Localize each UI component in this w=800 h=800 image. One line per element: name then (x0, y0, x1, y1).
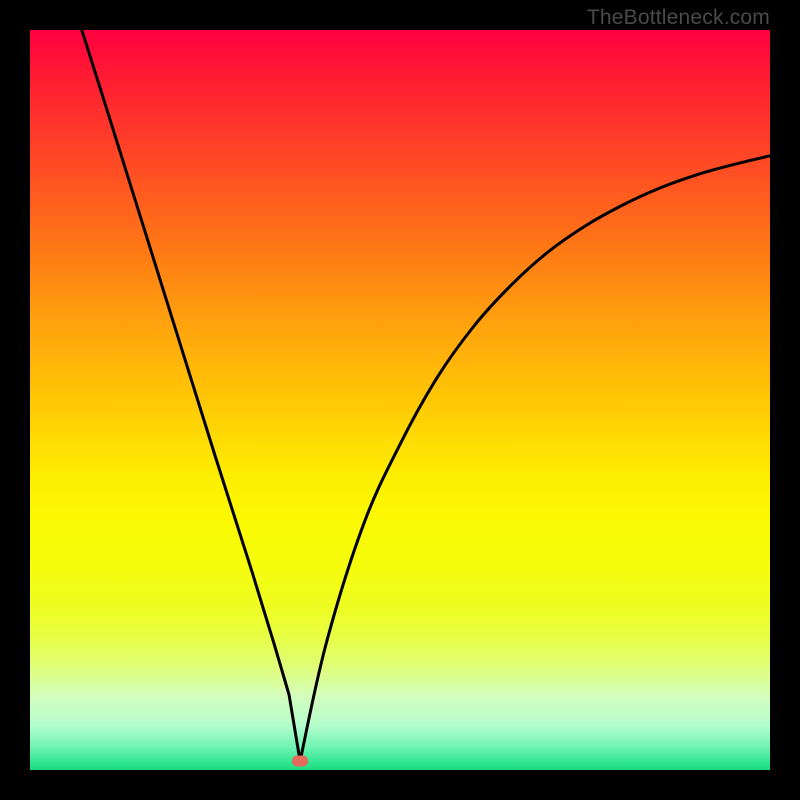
right-branch-curve (300, 156, 770, 761)
curve-layer (30, 30, 770, 770)
minimum-marker (292, 756, 308, 767)
watermark-text: TheBottleneck.com (587, 6, 770, 30)
chart-frame: TheBottleneck.com (0, 0, 800, 800)
left-branch-curve (82, 30, 300, 761)
plot-area (30, 30, 770, 770)
